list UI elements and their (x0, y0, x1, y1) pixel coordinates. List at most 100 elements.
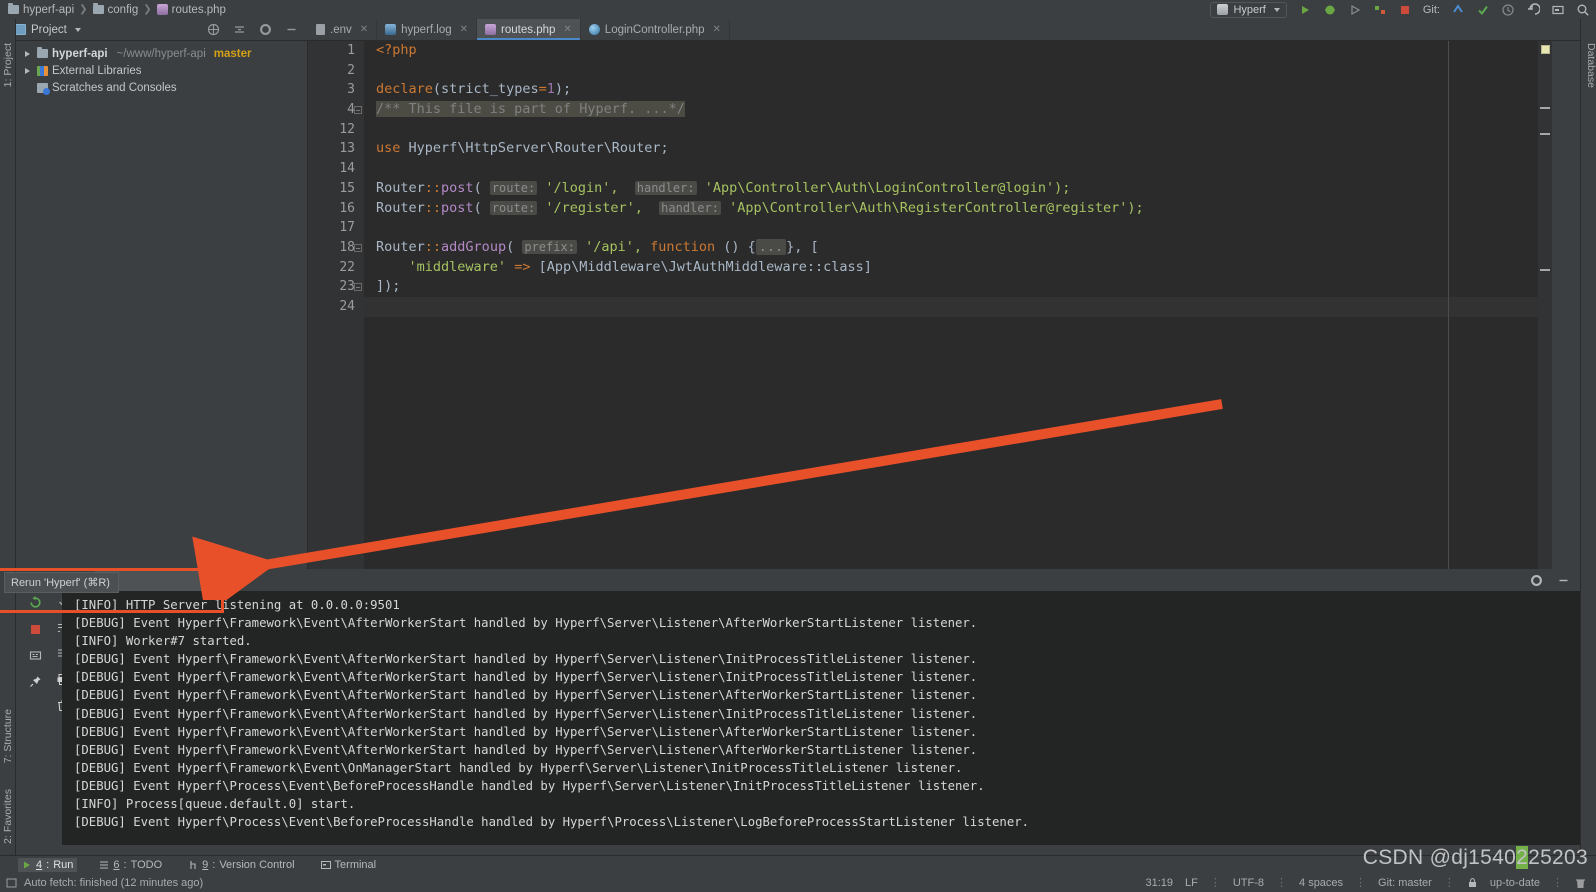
tab-label: hyperf.log (401, 24, 452, 36)
stripe-item-project[interactable]: 1: Project (0, 43, 16, 87)
class-file-icon (589, 24, 600, 35)
tab-routes-php[interactable]: routes.php ✕ (477, 19, 581, 40)
code-line-15: Router::post( route: '/login', handler: … (364, 179, 1552, 199)
close-icon[interactable]: ✕ (563, 24, 571, 35)
hide-panel-icon[interactable] (285, 23, 298, 36)
status-divider: ⋮ (1355, 876, 1366, 889)
stripe-item-structure[interactable]: 7: Structure (0, 709, 16, 763)
expand-arrow-icon[interactable] (22, 68, 33, 74)
console-line: [DEBUG] Event Hyperf\Framework\Event\Aft… (74, 668, 1580, 686)
collapse-all-icon[interactable] (233, 23, 246, 36)
breadcrumb-item-config[interactable]: config (91, 4, 141, 16)
sync-status[interactable]: up-to-date (1490, 877, 1540, 889)
router-class: Router (376, 180, 425, 196)
code-editor[interactable]: 1 2 3 4 12 13 14 15 16 17 18 22 23 24 <?… (308, 41, 1552, 569)
editor-marker[interactable] (1540, 133, 1550, 135)
run-icon (22, 860, 32, 870)
console-line: [DEBUG] Event Hyperf\Process\Event\Befor… (74, 777, 1580, 795)
console-line: [DEBUG] Event Hyperf\Framework\Event\Aft… (74, 741, 1580, 759)
lock-icon[interactable] (1467, 877, 1478, 888)
fold-toggle-icon[interactable]: − (354, 244, 362, 252)
tab-label: LoginController.php (605, 24, 705, 36)
project-label: Project (31, 24, 67, 36)
status-divider: ⋮ (1276, 876, 1287, 889)
status-bar-right: 31:19 LF ⋮ UTF-8 ⋮ 4 spaces ⋮ Git: maste… (1145, 876, 1596, 889)
tree-node-hyperf-api[interactable]: hyperf-api ~/www/hyperf-api master (16, 45, 307, 62)
tree-node-label: Scratches and Consoles (52, 82, 177, 94)
close-icon[interactable]: ✕ (713, 24, 721, 35)
fold-toggle-icon[interactable]: − (354, 106, 362, 114)
gear-icon[interactable] (259, 23, 272, 36)
caret-position[interactable]: 31:19 (1145, 877, 1173, 889)
status-widget-icon[interactable] (6, 877, 18, 889)
history-icon[interactable] (1501, 3, 1515, 17)
close-icon[interactable]: ✕ (460, 24, 468, 35)
run-coverage-icon[interactable] (1348, 3, 1362, 17)
stripe-item-favorites[interactable]: 2: Favorites (0, 789, 16, 844)
log-file-icon (385, 24, 396, 35)
php-open-tag: <?php (376, 42, 417, 58)
router-class: Router (376, 239, 425, 255)
editor-marker[interactable] (1540, 107, 1550, 109)
tool-colon: : (46, 859, 49, 871)
rerun-icon[interactable] (28, 595, 43, 610)
register-handler-value: 'App\Controller\Auth\RegisterController@… (729, 200, 1144, 216)
print-layout-icon[interactable] (29, 649, 42, 662)
tab-env[interactable]: .env ✕ (308, 19, 377, 40)
project-view-selector[interactable]: Project (14, 24, 81, 36)
close-icon[interactable]: ✕ (360, 24, 368, 35)
console-line: [DEBUG] Event Hyperf\Process\Event\Befor… (74, 813, 1580, 831)
fold-toggle-icon[interactable]: − (354, 283, 362, 291)
param-hint-handler: handler: (659, 201, 721, 215)
stop-icon[interactable] (29, 623, 42, 636)
search-icon[interactable] (1576, 3, 1590, 17)
watermark-highlight: 2 (1516, 846, 1528, 869)
run-console-output[interactable]: [INFO] HTTP Server listening at 0.0.0.0:… (62, 591, 1580, 845)
stripe-label: 2: Favorites (2, 789, 14, 844)
tool-button-todo[interactable]: 6: TODO (95, 858, 166, 872)
tool-button-terminal[interactable]: Terminal (317, 858, 381, 872)
locate-target-icon[interactable] (207, 23, 220, 36)
hide-window-icon[interactable] (1557, 574, 1570, 587)
inspection-status-icon[interactable] (1541, 45, 1550, 54)
commit-icon[interactable] (1476, 3, 1490, 17)
run-icon[interactable] (1298, 3, 1312, 17)
terminal-icon[interactable] (1551, 3, 1565, 17)
file-encoding[interactable]: UTF-8 (1233, 877, 1264, 889)
addgroup-method: addGroup (441, 239, 506, 255)
stop-icon[interactable] (1398, 3, 1412, 17)
settings-gear-icon[interactable] (1530, 574, 1543, 587)
profiler-icon[interactable] (1373, 3, 1387, 17)
code-content[interactable]: <?php declare(strict_types=1); −/** This… (364, 41, 1552, 569)
console-line: [DEBUG] Event Hyperf\Framework\Event\Aft… (74, 705, 1580, 723)
editor-marker[interactable] (1540, 269, 1550, 271)
console-line: [DEBUG] Event Hyperf\Framework\Event\Aft… (74, 723, 1580, 741)
tree-node-external-libraries[interactable]: External Libraries (16, 62, 307, 79)
tree-node-scratches[interactable]: Scratches and Consoles (16, 79, 307, 96)
tool-button-run[interactable]: 4: Run (18, 858, 77, 872)
debug-icon[interactable] (1323, 3, 1337, 17)
tab-hyperf-log[interactable]: hyperf.log ✕ (377, 19, 477, 40)
git-branch[interactable]: Git: master (1378, 877, 1432, 889)
expand-arrow-icon[interactable] (22, 51, 33, 57)
update-project-icon[interactable] (1451, 3, 1465, 17)
line-separator[interactable]: LF (1185, 877, 1198, 889)
folded-body[interactable]: ... (756, 239, 786, 255)
doc-comment-folded[interactable]: /** This file is part of Hyperf. ...*/ (376, 101, 685, 117)
breadcrumb-item-file[interactable]: routes.php (155, 4, 228, 16)
rollback-icon[interactable] (1526, 3, 1540, 17)
tab-logincontroller-php[interactable]: LoginController.php ✕ (581, 19, 730, 40)
breadcrumb-item-project[interactable]: hyperf-api (6, 4, 76, 16)
function-keyword: function (650, 239, 715, 255)
indent-setting[interactable]: 4 spaces (1299, 877, 1343, 889)
pin-icon[interactable] (29, 675, 42, 688)
php-file-icon (157, 4, 168, 15)
vcs-icon (188, 860, 198, 870)
editor-marker-strip[interactable] (1538, 41, 1552, 569)
closing-bracket: ]); (376, 278, 400, 294)
tool-button-shortcut: 9 (202, 859, 208, 871)
tool-button-version-control[interactable]: 9: Version Control (184, 858, 298, 872)
trash-icon[interactable] (1575, 877, 1586, 889)
run-configuration-selector[interactable]: Hyperf (1210, 2, 1286, 18)
stripe-item-database[interactable]: Database (1581, 43, 1596, 88)
